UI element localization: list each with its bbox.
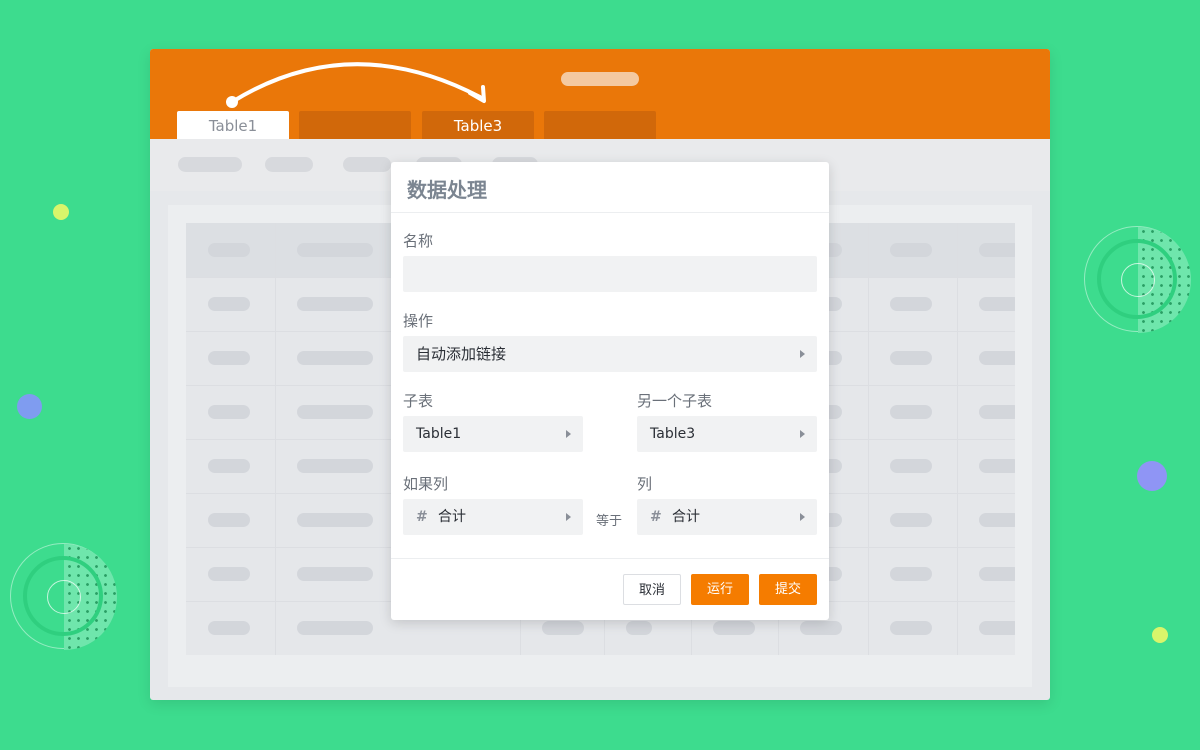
cell-placeholder [979,459,1015,473]
decor-dot-blue-left [17,394,42,419]
submit-button[interactable]: 提交 [759,574,817,605]
cell-placeholder [979,405,1015,419]
link-arrow-icon [226,62,486,108]
toolbar-placeholder [343,157,391,172]
cell-placeholder [297,297,373,311]
operation-label: 操作 [403,312,434,330]
if-column-value: 合计 [438,509,466,525]
cell-placeholder [208,351,250,365]
cell-placeholder [208,297,250,311]
name-label: 名称 [403,232,434,250]
cell-placeholder [713,621,755,635]
caret-right-icon [800,430,805,438]
operation-select[interactable]: 自动添加链接 [403,336,817,372]
cell-placeholder [542,621,584,635]
toolbar-placeholder [265,157,313,172]
equals-label: 等于 [596,514,623,529]
caret-right-icon [566,513,571,521]
data-processing-dialog: 数据处理 名称 操作 自动添加链接 子表 Table1 另一个子表 Table3… [391,162,829,620]
cell-placeholder [297,351,373,365]
cell-placeholder [208,513,250,527]
caret-right-icon [800,513,805,521]
cell-placeholder [626,621,652,635]
cell-placeholder [890,297,932,311]
caret-right-icon [566,430,571,438]
toolbar-placeholder [178,157,242,172]
cell-placeholder [979,621,1015,635]
cell-placeholder [979,243,1015,257]
cell-placeholder [890,513,932,527]
cell-placeholder [800,621,842,635]
divider [391,212,829,213]
decor-ring-right [1084,226,1191,333]
column-select[interactable]: # 合计 [637,499,817,535]
other-child-table-label: 另一个子表 [637,392,713,410]
divider [391,558,829,559]
cell-placeholder [208,243,250,257]
other-child-table-value: Table3 [650,426,696,442]
grid-column-divider [957,223,958,655]
if-column-label: 如果列 [403,475,449,493]
number-field-icon: # [416,509,428,525]
decor-dot-blue-right [1137,461,1167,491]
cell-placeholder [208,459,250,473]
cell-placeholder [979,351,1015,365]
decor-dot-yellow-right [1152,627,1168,643]
number-field-icon: # [650,509,662,525]
if-column-select[interactable]: # 合计 [403,499,583,535]
cell-placeholder [890,243,932,257]
child-table-label: 子表 [403,392,434,410]
cell-placeholder [890,621,932,635]
cell-placeholder [297,405,373,419]
decor-ring-left [10,543,117,650]
cell-placeholder [297,513,373,527]
cell-placeholder [890,459,932,473]
dialog-title: 数据处理 [407,178,487,202]
cell-placeholder [890,567,932,581]
grid-column-divider [275,223,276,655]
cell-placeholder [979,297,1015,311]
child-table-value: Table1 [416,426,462,442]
cell-placeholder [297,621,373,635]
run-button[interactable]: 运行 [691,574,749,605]
cell-placeholder [297,459,373,473]
cell-placeholder [208,405,250,419]
cell-placeholder [890,405,932,419]
decor-dot-yellow-left [53,204,69,220]
name-input[interactable] [403,256,817,292]
column-label: 列 [637,475,653,493]
other-child-table-select[interactable]: Table3 [637,416,817,452]
header-bar: Table1 Table3 [150,49,1050,139]
cancel-button[interactable]: 取消 [623,574,681,605]
cell-placeholder [297,567,373,581]
cell-placeholder [208,621,250,635]
child-table-select[interactable]: Table1 [403,416,583,452]
grid-column-divider [868,223,869,655]
cell-placeholder [979,567,1015,581]
cell-placeholder [890,351,932,365]
cell-placeholder [297,243,373,257]
operation-value: 自动添加链接 [416,345,507,363]
column-value: 合计 [672,509,700,525]
caret-right-icon [800,350,805,358]
cell-placeholder [979,513,1015,527]
cell-placeholder [208,567,250,581]
